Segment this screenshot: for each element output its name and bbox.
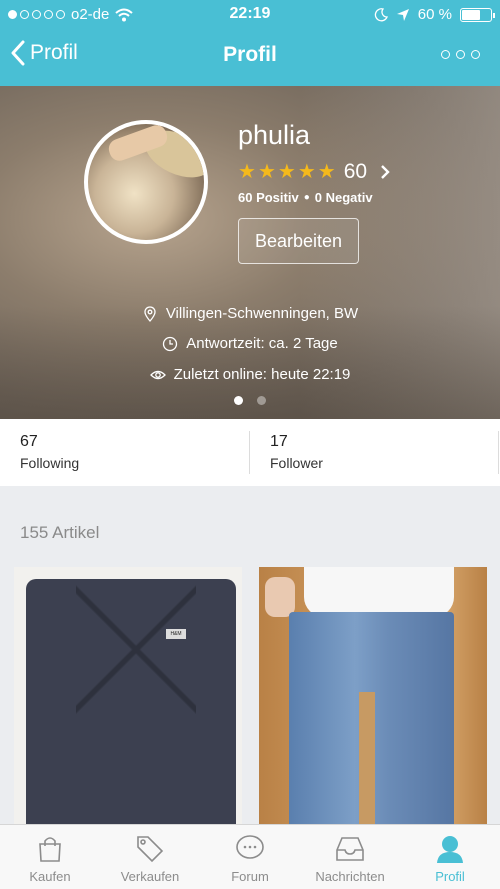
chevron-right-icon xyxy=(381,165,390,179)
star-icon: ★ xyxy=(317,161,336,183)
location-row: Villingen-Schwenningen, BW xyxy=(0,305,500,322)
star-icon: ★ xyxy=(238,161,256,183)
page-dot[interactable] xyxy=(257,396,266,405)
profile-header: phulia ★ ★ ★ ★ ★ 60 60 Positiv ● 0 Negat… xyxy=(0,86,500,419)
page-title: Profil xyxy=(223,43,277,66)
avatar[interactable] xyxy=(84,120,208,244)
edit-profile-button[interactable]: Bearbeiten xyxy=(238,218,359,264)
tab-forum[interactable]: Forum xyxy=(200,833,300,884)
location-pin-icon xyxy=(144,305,156,322)
location-text: Villingen-Schwenningen, BW xyxy=(165,305,359,322)
top-bar: o2-de 22:19 60 % Profil Profil xyxy=(0,0,500,86)
battery-icon xyxy=(460,7,495,22)
follower-count: 17 xyxy=(270,433,288,450)
follower-stat[interactable]: 17 Follower xyxy=(270,419,490,486)
tab-verkaufen[interactable]: Verkaufen xyxy=(100,833,200,884)
status-bar: o2-de 22:19 60 % xyxy=(0,0,500,30)
divider xyxy=(498,431,499,474)
chat-bubble-icon xyxy=(236,835,264,859)
listing-thumbnail-sweater[interactable]: H&M xyxy=(14,567,242,827)
inbox-icon xyxy=(336,837,364,861)
header-page-indicator[interactable] xyxy=(0,396,500,405)
page-dot-active[interactable] xyxy=(234,396,243,405)
bullet-separator: ● xyxy=(303,192,310,203)
last-online-text: Zuletzt online: heute 22:19 xyxy=(173,366,351,383)
follow-stats: 67 Following 17 Follower xyxy=(0,419,500,486)
moon-icon xyxy=(374,7,388,21)
tab-bar: Kaufen Verkaufen Forum Nachrichten Profi… xyxy=(0,824,500,889)
tab-label: Verkaufen xyxy=(120,869,180,884)
negative-count: 0 Negativ xyxy=(314,190,373,205)
feedback-summary: 60 Positiv ● 0 Negativ xyxy=(238,190,373,205)
rating-count: 60 xyxy=(343,160,368,183)
following-label: Following xyxy=(20,455,80,471)
tab-label: Profil xyxy=(435,869,465,884)
eye-icon xyxy=(149,370,166,379)
tab-label: Forum xyxy=(231,869,269,884)
shopping-bag-icon xyxy=(39,837,61,862)
status-right: 60 % xyxy=(374,6,495,23)
tab-nachrichten[interactable]: Nachrichten xyxy=(300,833,400,884)
response-time-text: Antwortzeit: ca. 2 Tage xyxy=(186,335,338,352)
tab-kaufen[interactable]: Kaufen xyxy=(0,833,100,884)
clock-icon xyxy=(163,336,178,351)
star-icon: ★ xyxy=(297,161,316,183)
tab-label: Kaufen xyxy=(29,869,71,884)
listing-thumbnail-jeans[interactable] xyxy=(259,567,487,827)
following-count: 67 xyxy=(20,433,38,450)
listings-count-title: 155 Artikel xyxy=(20,523,100,542)
tab-label: Nachrichten xyxy=(315,869,385,884)
follower-label: Follower xyxy=(270,455,323,471)
rating-link[interactable]: ★ ★ ★ ★ ★ 60 xyxy=(238,160,391,184)
nav-bar: Profil Profil xyxy=(0,30,500,86)
response-time-row: Antwortzeit: ca. 2 Tage xyxy=(0,335,500,352)
star-icon: ★ xyxy=(277,161,296,183)
price-tag-icon xyxy=(137,836,164,863)
star-icon: ★ xyxy=(257,161,276,183)
username: phulia xyxy=(238,120,311,150)
divider xyxy=(249,431,250,474)
battery-label: 60 % xyxy=(417,6,452,23)
last-online-row: Zuletzt online: heute 22:19 xyxy=(0,366,500,383)
location-arrow-icon xyxy=(396,8,409,21)
more-options-icon[interactable] xyxy=(441,50,480,59)
positive-count: 60 Positiv xyxy=(238,190,299,205)
following-stat[interactable]: 67 Following xyxy=(20,419,240,486)
tab-profil[interactable]: Profil xyxy=(400,833,500,884)
person-icon xyxy=(437,836,463,863)
